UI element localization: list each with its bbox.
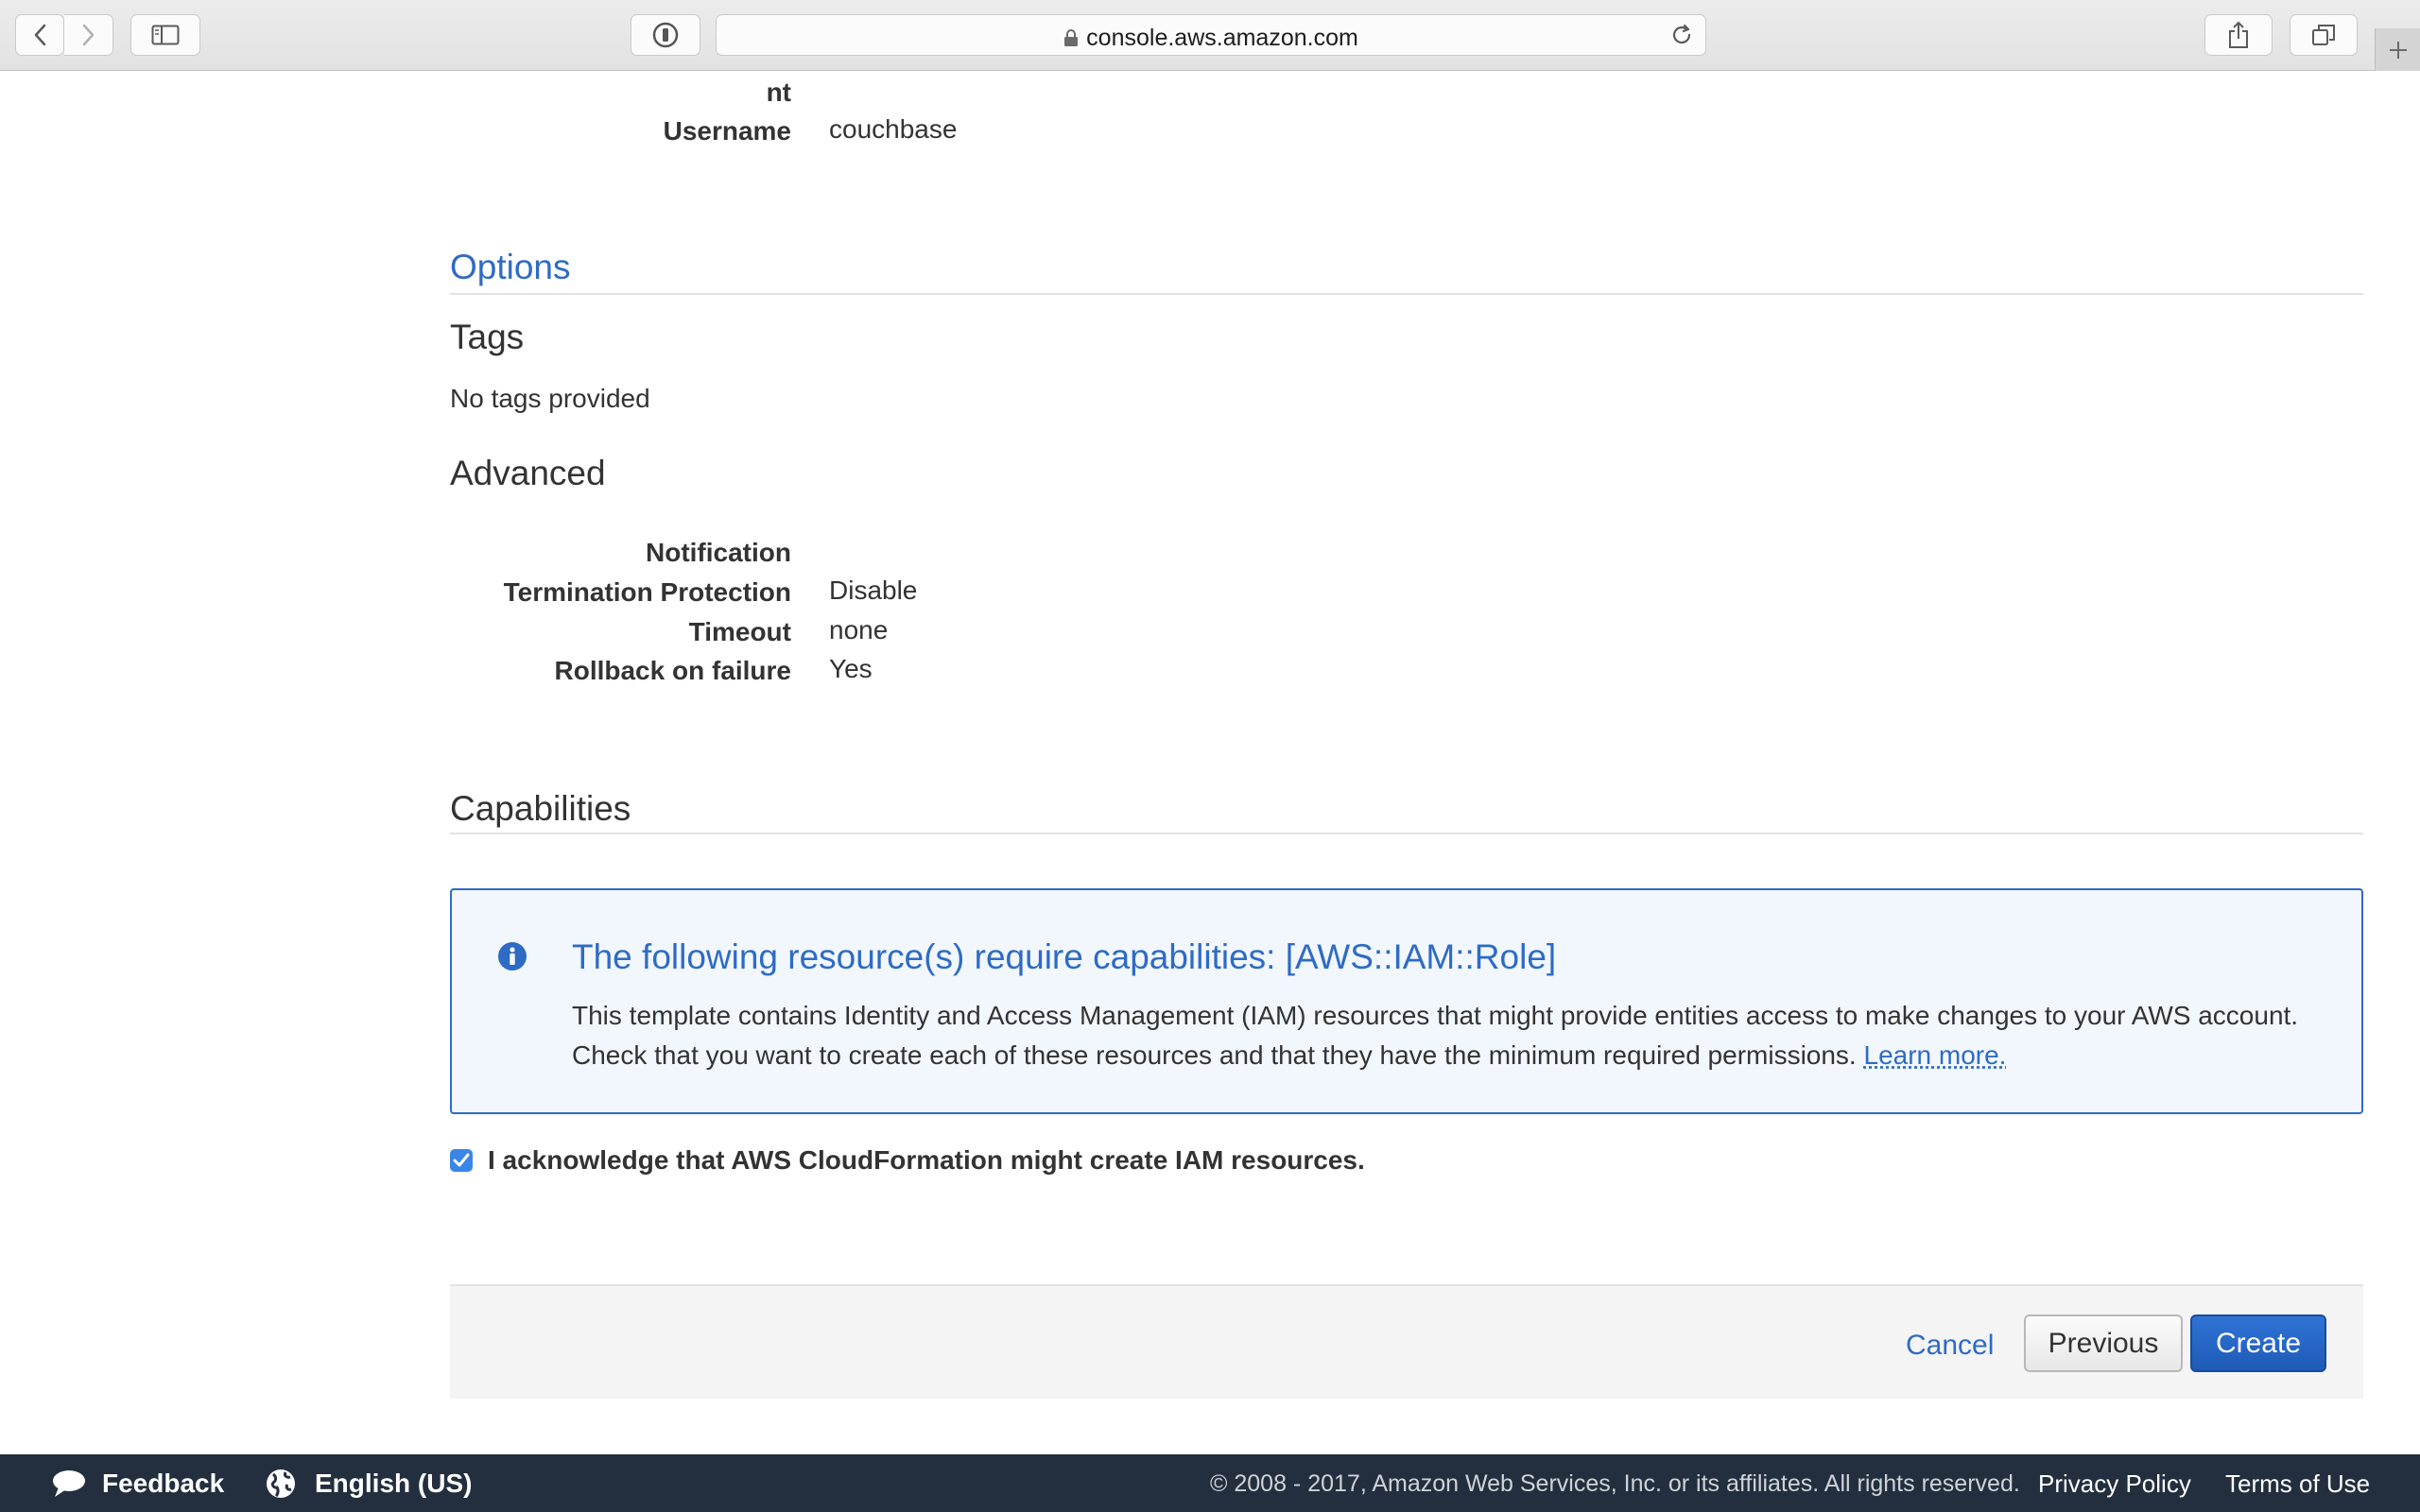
- share-icon: [2229, 21, 2248, 48]
- privacy-policy-link[interactable]: Privacy Policy: [2038, 1469, 2191, 1499]
- terms-of-use-link[interactable]: Terms of Use: [2225, 1469, 2370, 1499]
- acknowledge-row: I acknowledge that AWS CloudFormation mi…: [450, 1145, 1365, 1176]
- globe-icon: [267, 1469, 295, 1498]
- tags-value: No tags provided: [450, 384, 650, 413]
- feedback-link[interactable]: Feedback: [102, 1469, 224, 1499]
- termination-protection-value: Disable: [829, 576, 918, 605]
- acknowledge-checkbox[interactable]: [450, 1149, 473, 1172]
- new-tab-button[interactable]: [2375, 28, 2420, 71]
- sidebar-icon: [151, 25, 180, 45]
- url-text: console.aws.amazon.com: [1086, 25, 1358, 51]
- capabilities-info-title: The following resource(s) require capabi…: [572, 937, 1557, 976]
- capabilities-info-text: This template contains Identity and Acce…: [572, 1001, 2299, 1070]
- speech-bubble-icon: [53, 1470, 85, 1497]
- reload-icon: [1672, 24, 1691, 44]
- create-button[interactable]: Create: [2190, 1314, 2326, 1372]
- timeout-label: Timeout: [688, 617, 791, 646]
- tabs-icon: [2312, 25, 2335, 45]
- username-value: couchbase: [829, 114, 958, 144]
- back-button[interactable]: [15, 14, 64, 56]
- parameter-label-truncated: nt: [766, 77, 791, 107]
- learn-more-link[interactable]: Learn more.: [1864, 1040, 2007, 1070]
- privacy-report-button[interactable]: [631, 14, 700, 56]
- share-button[interactable]: [2204, 14, 2273, 56]
- forward-icon: [82, 24, 94, 46]
- termination-protection-label: Termination Protection: [503, 577, 791, 607]
- cancel-button[interactable]: Cancel: [1906, 1330, 1994, 1362]
- copyright-text: © 2008 - 2017, Amazon Web Services, Inc.…: [1210, 1470, 2020, 1497]
- username-label: Username: [663, 116, 791, 146]
- options-divider: [450, 293, 2363, 295]
- capabilities-info-body: This template contains Identity and Acce…: [572, 996, 2330, 1075]
- previous-button[interactable]: Previous: [2024, 1314, 2183, 1372]
- info-icon: [498, 942, 527, 971]
- privacy-report-icon: [652, 22, 679, 48]
- capabilities-info-box: The following resource(s) require capabi…: [450, 888, 2363, 1114]
- tags-heading: Tags: [450, 318, 525, 356]
- rollback-on-failure-label: Rollback on failure: [554, 656, 792, 685]
- console-footer: Feedback English (US) © 2008 - 2017, Ama…: [0, 1454, 2420, 1512]
- rollback-on-failure-value: Yes: [829, 654, 873, 683]
- address-bar[interactable]: console.aws.amazon.com: [716, 14, 1706, 56]
- language-selector[interactable]: English (US): [315, 1469, 472, 1499]
- back-icon: [34, 24, 46, 46]
- acknowledge-label[interactable]: I acknowledge that AWS CloudFormation mi…: [488, 1145, 1365, 1176]
- wizard-action-bar: Cancel Previous Create: [450, 1284, 2363, 1399]
- advanced-heading: Advanced: [450, 454, 606, 492]
- browser-toolbar: console.aws.amazon.com: [0, 0, 2420, 71]
- notification-label: Notification: [646, 538, 791, 567]
- reload-button[interactable]: [1669, 23, 1694, 52]
- plus-icon: [2389, 41, 2407, 59]
- lock-icon: [1064, 29, 1079, 46]
- sidebar-button[interactable]: [130, 14, 200, 56]
- capabilities-divider: [450, 833, 2363, 834]
- checkmark-icon: [453, 1153, 470, 1167]
- tabs-button[interactable]: [2290, 14, 2358, 56]
- timeout-value: none: [829, 615, 889, 644]
- options-section-title[interactable]: Options: [450, 248, 571, 287]
- forward-button[interactable]: [64, 14, 113, 56]
- capabilities-heading: Capabilities: [450, 789, 631, 828]
